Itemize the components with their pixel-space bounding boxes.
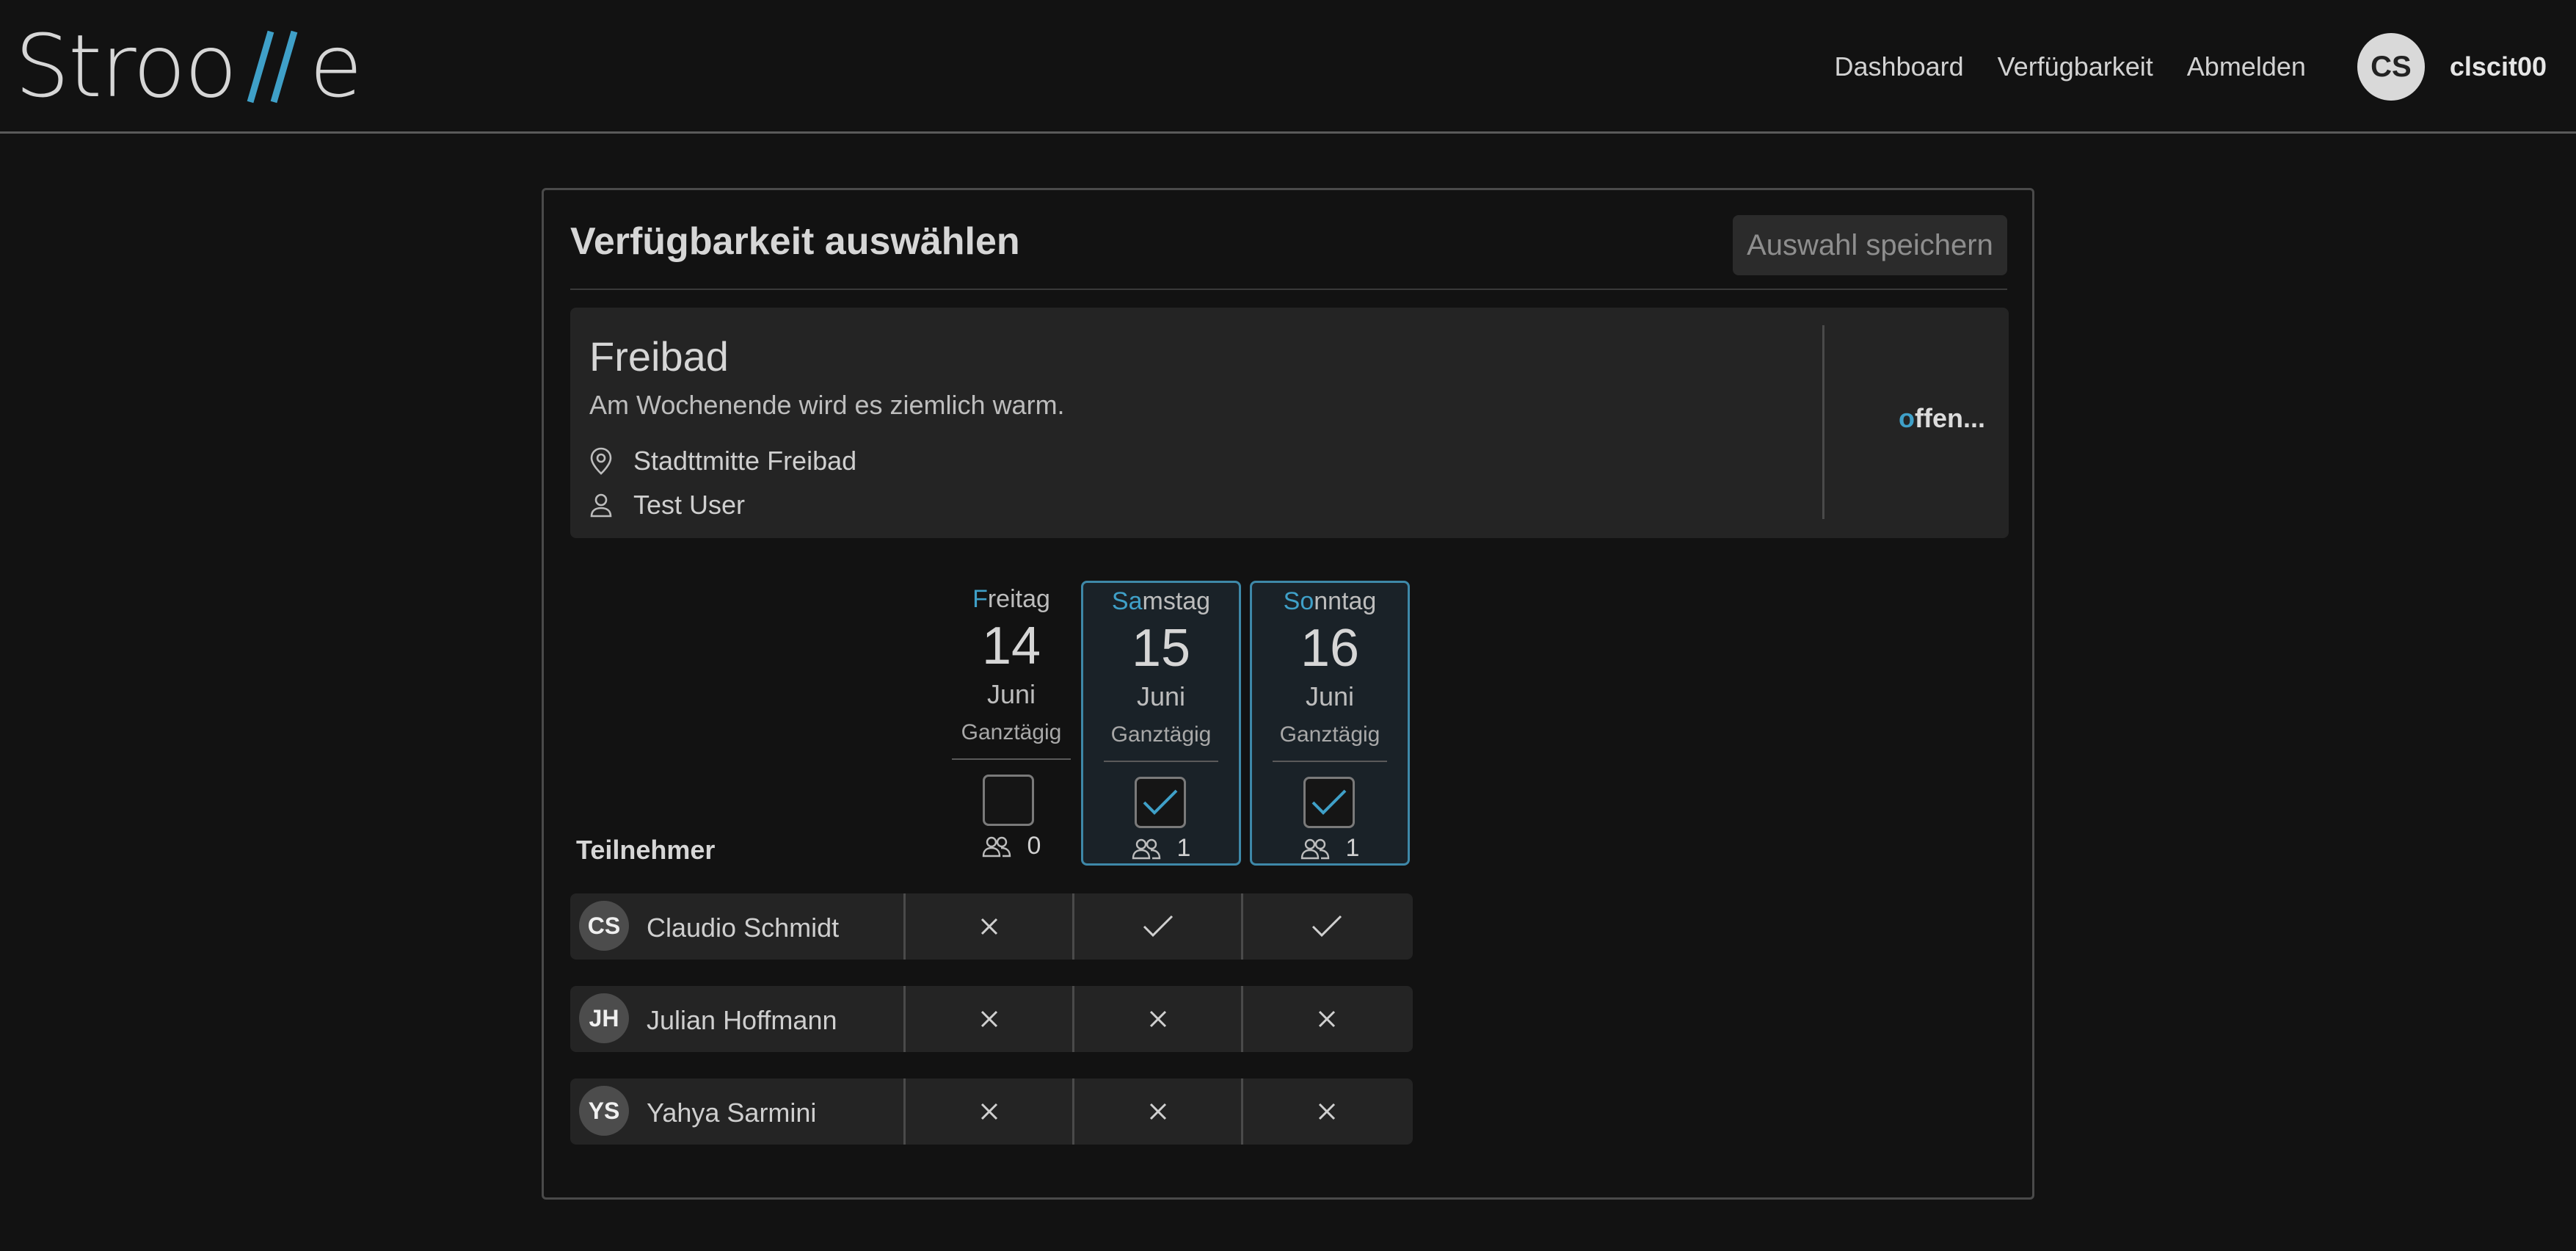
- all-day-label: Ganztägig: [1279, 722, 1380, 747]
- save-selection-button[interactable]: Auswahl speichern: [1733, 215, 2007, 275]
- cross-icon: [1318, 1103, 1335, 1120]
- availability-checkbox-friday[interactable]: [983, 775, 1034, 826]
- event-status: offen...: [1899, 403, 1985, 434]
- nav-logout[interactable]: Abmelden: [2187, 51, 2306, 82]
- participant-avatar: YS: [579, 1086, 629, 1136]
- cross-icon: [1149, 1010, 1166, 1028]
- event-description: Am Wochenende wird es ziemlich warm.: [589, 390, 1065, 420]
- availability-card: Verfügbarkeit auswählen Auswahl speicher…: [542, 188, 2034, 1200]
- vote-cell: [1241, 893, 1410, 960]
- nav-dashboard[interactable]: Dashboard: [1835, 51, 1964, 82]
- participant-count-value: 1: [1345, 834, 1360, 862]
- map-pin-icon: [590, 447, 612, 475]
- availability-checkbox-saturday[interactable]: [1135, 777, 1186, 828]
- cross-icon: [1318, 1010, 1335, 1028]
- cross-icon: [980, 1010, 997, 1028]
- cross-icon: [1149, 1103, 1166, 1120]
- vote-cell: [903, 986, 1072, 1052]
- stroodle-logo[interactable]: Stroo e: [15, 15, 363, 117]
- checkmark-icon: [1143, 789, 1178, 815]
- event-status-rest: ffen...: [1915, 403, 1985, 433]
- vote-cell: [1241, 986, 1410, 1052]
- event-info-panel: Freibad Am Wochenende wird es ziemlich w…: [570, 308, 2009, 538]
- checkmark-icon: [1143, 915, 1173, 938]
- vote-cell: [1072, 986, 1241, 1052]
- day-divider: [1104, 761, 1218, 762]
- checkmark-icon: [1311, 789, 1347, 815]
- month: Juni: [986, 679, 1036, 709]
- day-column-saturday: Samstag 15 Juni Ganztägig 1: [1081, 581, 1241, 866]
- username[interactable]: clscit00: [2450, 51, 2547, 82]
- participant-row: YS Yahya Sarmini: [570, 1078, 1413, 1145]
- participant-count: 1: [1252, 834, 1408, 863]
- day-number: 16: [1300, 619, 1360, 678]
- cross-icon: [980, 918, 997, 935]
- participant-count-value: 0: [1027, 832, 1041, 860]
- logo-text-right: e: [309, 15, 363, 117]
- availability-checkbox-sunday[interactable]: [1303, 777, 1355, 828]
- person-icon: [590, 493, 612, 518]
- event-organizer-text: Test User: [633, 490, 746, 520]
- participant-name: Yahya Sarmini: [647, 1098, 817, 1128]
- month: Juni: [1305, 681, 1355, 711]
- event-location-text: Stadttmitte Freibad: [633, 446, 857, 476]
- nav-availability[interactable]: Verfügbarkeit: [1998, 51, 2153, 82]
- group-icon: [1300, 838, 1329, 859]
- event-divider: [1822, 325, 1824, 519]
- participant-row: JH Julian Hoffmann: [570, 986, 1413, 1052]
- all-day-label: Ganztägig: [1110, 722, 1212, 747]
- participant-name: Julian Hoffmann: [647, 1005, 837, 1035]
- group-icon: [982, 836, 1011, 857]
- participant-avatar: CS: [579, 901, 629, 951]
- participant-count: 0: [931, 832, 1091, 860]
- day-column-sunday: Sonntag 16 Juni Ganztägig 1: [1250, 581, 1410, 866]
- vote-cell: [1241, 1078, 1410, 1145]
- group-icon: [1132, 838, 1160, 859]
- day-number: 15: [1131, 619, 1191, 678]
- month: Juni: [1136, 681, 1186, 711]
- title-divider: [570, 289, 2007, 290]
- user-avatar[interactable]: CS: [2357, 33, 2425, 101]
- day-divider: [952, 758, 1071, 760]
- logo-slash-icon: [237, 26, 308, 106]
- participant-row: CS Claudio Schmidt: [570, 893, 1413, 960]
- cross-icon: [980, 1103, 997, 1120]
- participant-name: Claudio Schmidt: [647, 913, 840, 943]
- participant-count: 1: [1083, 834, 1239, 863]
- all-day-label: Ganztägig: [961, 720, 1062, 744]
- participants-heading: Teilnehmer: [576, 835, 716, 865]
- nav-links: Dashboard Verfügbarkeit Abmelden CS clsc…: [1801, 0, 2547, 134]
- vote-cell: [1072, 1078, 1241, 1145]
- event-organizer: Test User: [589, 490, 745, 521]
- day-number: 14: [981, 617, 1041, 675]
- vote-cell: [903, 1078, 1072, 1145]
- event-location: Stadttmitte Freibad: [589, 446, 856, 476]
- vote-cell: [903, 893, 1072, 960]
- participant-count-value: 1: [1176, 834, 1191, 862]
- weekday: Sonntag: [1283, 587, 1377, 615]
- logo-text-left: Stroo: [15, 15, 237, 117]
- event-status-accent: o: [1899, 403, 1915, 433]
- top-navbar: Stroo e Dashboard Verfügbarkeit Abmelden…: [0, 0, 2576, 134]
- day-column-friday: Freitag 14 Juni Ganztägig 0: [931, 581, 1091, 866]
- weekday: Samstag: [1111, 587, 1211, 615]
- page-title: Verfügbarkeit auswählen: [570, 220, 1020, 263]
- participant-avatar: JH: [579, 993, 629, 1043]
- weekday: Freitag: [972, 585, 1050, 613]
- day-divider: [1273, 761, 1387, 762]
- checkmark-icon: [1311, 915, 1342, 938]
- vote-cell: [1072, 893, 1241, 960]
- event-name: Freibad: [589, 333, 729, 380]
